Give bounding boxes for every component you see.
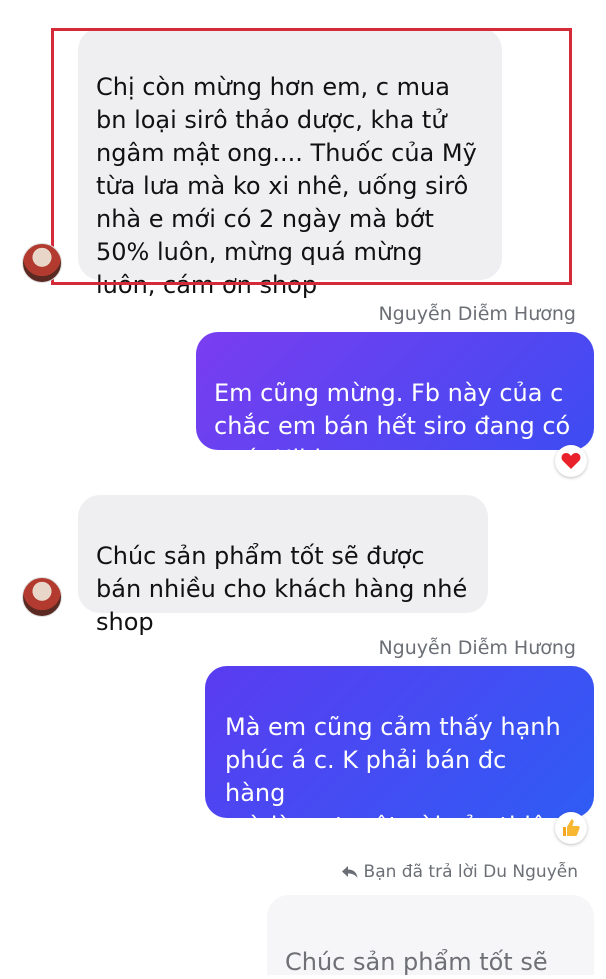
avatar[interactable] (22, 577, 62, 617)
sender-name: Nguyễn Diễm Hương (378, 637, 576, 659)
reply-arrow-icon (341, 866, 358, 878)
quoted-text: Chúc sản phẩm tốt sẽ (285, 948, 548, 976)
message-text: Chúc sản phẩm tốt sẽ được bán nhiều cho … (96, 542, 468, 636)
sender-name: Nguyễn Diễm Hương (378, 303, 576, 325)
message-text: Em cũng mừng. Fb này của c chắc em bán h… (214, 379, 571, 473)
heart-icon (561, 453, 581, 469)
outgoing-message-bubble[interactable]: Mà em cũng cảm thấy hạnh phúc á c. K phả… (205, 666, 594, 873)
reaction-badge[interactable] (555, 445, 587, 477)
outgoing-message-bubble[interactable]: Em cũng mừng. Fb này của c chắc em bán h… (196, 332, 594, 473)
reaction-badge[interactable] (555, 812, 587, 844)
reply-label: Bạn đã trả lời Du Nguyễn (363, 862, 578, 882)
incoming-message-bubble[interactable]: Chúc sản phẩm tốt sẽ được bán nhiều cho … (78, 495, 488, 636)
avatar[interactable] (22, 243, 62, 283)
reply-indicator: Bạn đã trả lời Du Nguyễn (341, 862, 578, 882)
highlight-frame (51, 28, 572, 285)
thumbs-up-icon (563, 819, 580, 836)
message-text: Mà em cũng cảm thấy hạnh phúc á c. K phả… (225, 713, 561, 873)
quoted-reply-bubble[interactable]: Chúc sản phẩm tốt sẽ (267, 895, 594, 976)
